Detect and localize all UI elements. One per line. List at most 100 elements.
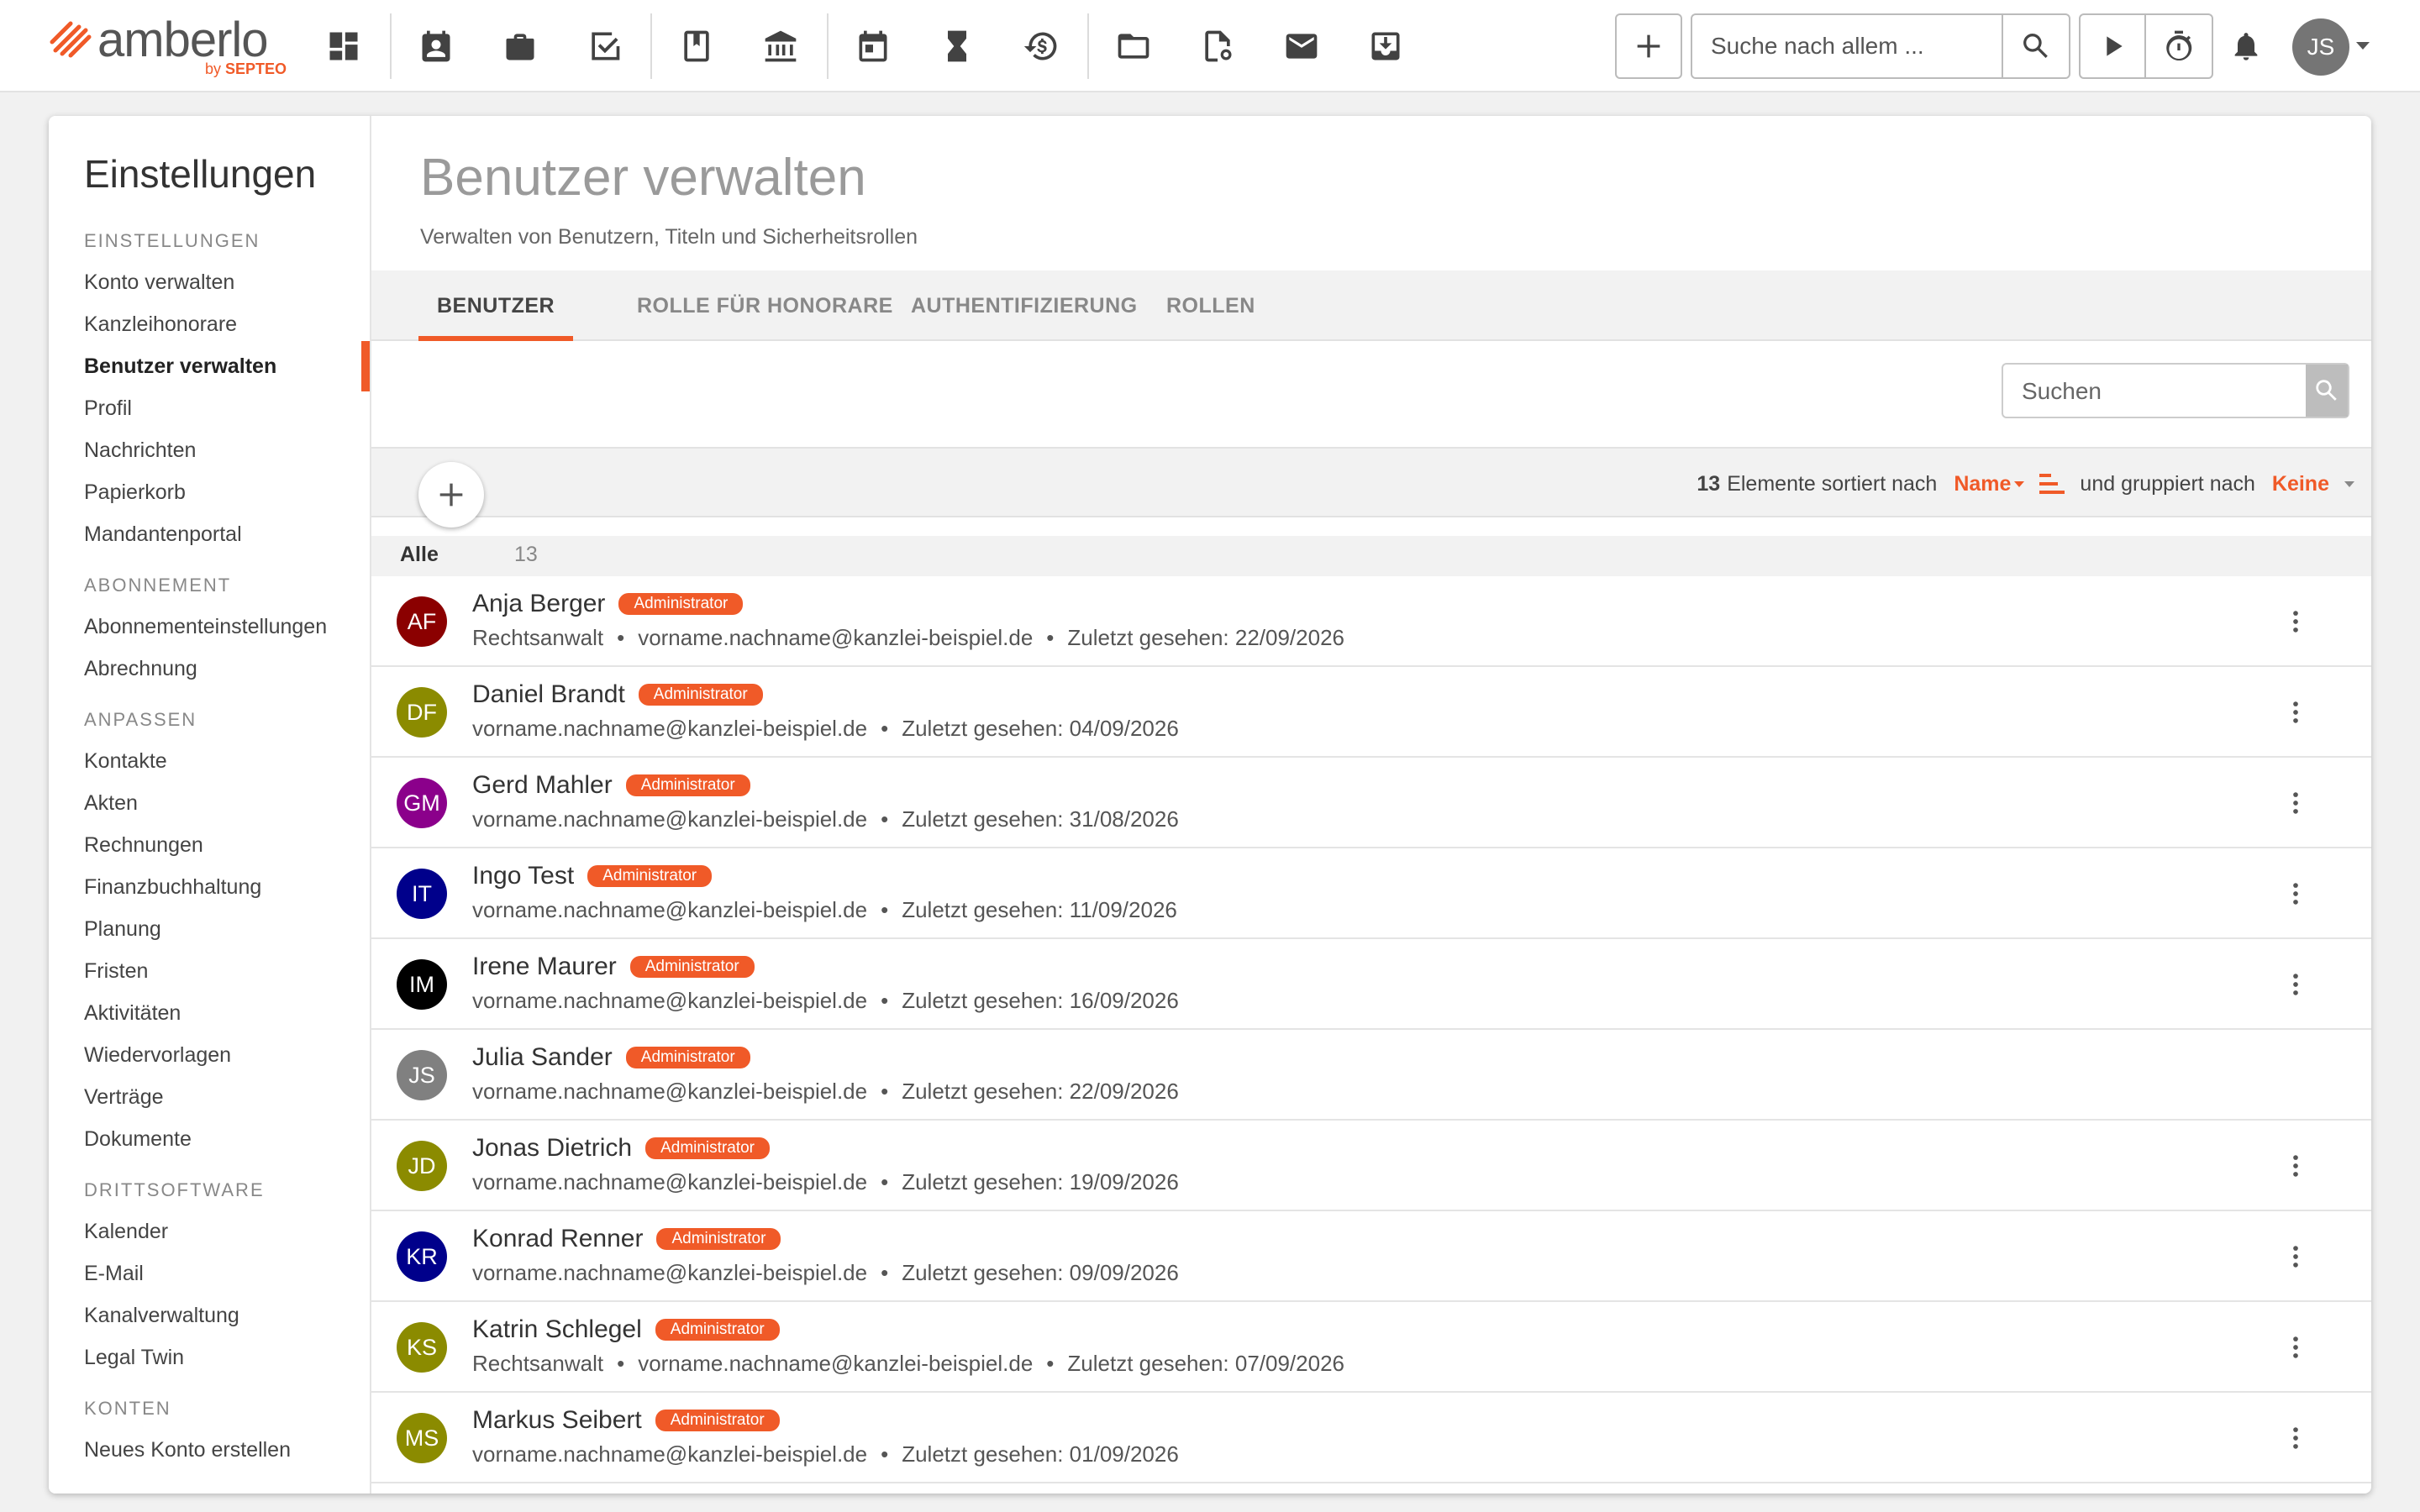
more-vert-icon[interactable] (2279, 694, 2312, 731)
sidebar-item-legal-twin[interactable]: Legal Twin (84, 1346, 184, 1370)
sidebar-item-finanzbuchhaltung[interactable]: Finanzbuchhaltung (84, 875, 261, 900)
group-field-dropdown[interactable]: Keine (2272, 472, 2354, 496)
table-row[interactable]: DF Daniel Brandt Administrator vorname.nach… (371, 667, 2371, 758)
quick-add-button[interactable] (1615, 13, 1682, 79)
amberlo-logo[interactable]: amberlo by SEPTEO (49, 12, 301, 82)
sidebar-item-abonnementeinstellungen[interactable]: Abonnementeinstellungen (84, 615, 327, 639)
more-vert-icon[interactable] (2279, 1329, 2312, 1366)
user-name[interactable]: Anja Berger (472, 590, 605, 618)
stopwatch-icon (2166, 30, 2192, 61)
user-name[interactable]: Irene Maurer (472, 953, 617, 981)
user-name[interactable]: Ingo Test (472, 862, 574, 890)
sort-group-info: 13 Elemente sortiert nach Name und grupp… (1697, 449, 2354, 519)
sidebar-item-aktivitaeten[interactable]: Aktivitäten (84, 1001, 181, 1026)
user-name[interactable]: Julia Sander (472, 1043, 613, 1072)
user-details-line: vorname.nachname@kanzlei-beispiel.de • Zul… (472, 716, 1179, 742)
tab-rollen[interactable]: ROLLEN (1166, 270, 1255, 341)
user-email: vorname.nachname@kanzlei-beispiel.de (472, 897, 868, 922)
sidebar-item-nachrichten[interactable]: Nachrichten (84, 438, 196, 463)
document-seal-icon[interactable] (1190, 18, 1245, 74)
sidebar-item-abrechnung[interactable]: Abrechnung (84, 657, 197, 681)
add-user-button[interactable] (418, 462, 484, 528)
more-vert-icon[interactable] (2279, 1147, 2312, 1184)
sidebar-item-kalender[interactable]: Kalender (84, 1220, 168, 1244)
tab-authentifizierung[interactable]: AUTHENTIFIZIERUNG (911, 270, 1138, 341)
sidebar-item-akten[interactable]: Akten (84, 791, 138, 816)
table-row[interactable]: JD Jonas Dietrich Administrator vorname.nac… (371, 1121, 2371, 1211)
table-row[interactable]: JS Julia Sander Administrator vorname.nachn… (371, 1030, 2371, 1121)
table-row[interactable]: IT Ingo Test Administrator vorname.nachname… (371, 848, 2371, 939)
global-search-input[interactable] (1709, 32, 2003, 60)
sidebar-item-profil[interactable]: Profil (84, 396, 132, 421)
more-vert-icon[interactable] (2279, 785, 2312, 822)
user-search-input[interactable] (2020, 375, 2272, 408)
avatar: JS (397, 1050, 447, 1100)
sidebar-item-neues-konto-erstellen[interactable]: Neues Konto erstellen (84, 1438, 291, 1462)
global-search-button[interactable] (2002, 15, 2069, 77)
sidebar-item-kanzleihonorare[interactable]: Kanzleihonorare (84, 312, 237, 337)
more-vert-icon[interactable] (2279, 1420, 2312, 1457)
tab-benutzer[interactable]: BENUTZER (418, 270, 574, 341)
calendar-icon[interactable] (845, 18, 901, 74)
user-last-seen: Zuletzt gesehen: 07/09/2026 (1067, 1351, 1344, 1376)
book-icon[interactable] (669, 18, 724, 74)
stopwatch-button[interactable] (2146, 15, 2212, 77)
sidebar-item-kanalverwaltung[interactable]: Kanalverwaltung (84, 1304, 239, 1328)
sidebar-item-dokumente[interactable]: Dokumente (84, 1127, 192, 1152)
contacts-icon[interactable] (408, 18, 464, 74)
more-vert-icon[interactable] (2279, 875, 2312, 912)
user-name[interactable]: Katrin Schlegel (472, 1315, 642, 1344)
sidebar-item-kontakte[interactable]: Kontakte (84, 749, 167, 774)
hourglass-icon[interactable] (929, 18, 985, 74)
avatar: AF (397, 596, 447, 647)
sidebar-item-wiedervorlagen[interactable]: Wiedervorlagen (84, 1043, 231, 1068)
sidebar-item-planung[interactable]: Planung (84, 917, 161, 942)
more-vert-icon[interactable] (2279, 1238, 2312, 1275)
table-row[interactable]: KS Katrin Schlegel Administrator Rechtsanwa… (371, 1302, 2371, 1393)
table-row[interactable]: AF Anja Berger Administrator Rechtsanwalt • v… (371, 576, 2371, 667)
tasks-check-icon[interactable] (576, 18, 632, 74)
sidebar-item-vertraege[interactable]: Verträge (84, 1085, 164, 1110)
folder-icon[interactable] (1106, 18, 1161, 74)
user-avatar[interactable]: JS (2292, 18, 2349, 76)
table-row[interactable]: GM Gerd Mahler Administrator vorname.nachna… (371, 758, 2371, 848)
sidebar-item-benutzer-verwalten[interactable]: Benutzer verwalten (84, 354, 276, 379)
toolbar-separator (827, 13, 829, 79)
notifications-bell-icon[interactable] (2218, 18, 2274, 74)
start-timer-button[interactable] (2081, 15, 2146, 77)
more-vert-icon[interactable] (2279, 603, 2312, 640)
sidebar-item-mandantenportal[interactable]: Mandantenportal (84, 522, 242, 547)
logo-mark-icon (50, 21, 92, 58)
list-toolbar: 13 Elemente sortiert nach Name und grupp… (371, 447, 2371, 517)
more-vert-icon[interactable] (2279, 966, 2312, 1003)
user-search-button[interactable] (2306, 365, 2348, 417)
briefcase-icon[interactable] (492, 18, 548, 74)
user-name[interactable]: Gerd Mahler (472, 771, 613, 800)
tab-rolle-fuer-honorare[interactable]: ROLLE FÜR HONORARE (637, 270, 893, 341)
table-row[interactable]: MS Markus Seibert Administrator vorname.nac… (371, 1393, 2371, 1483)
sidebar-item-fristen[interactable]: Fristen (84, 959, 148, 984)
mail-icon[interactable] (1274, 18, 1329, 74)
sidebar-item-konto-verwalten[interactable]: Konto verwalten (84, 270, 234, 295)
bank-icon[interactable] (753, 18, 808, 74)
user-email: vorname.nachname@kanzlei-beispiel.de (638, 625, 1034, 650)
sort-direction-icon[interactable] (2039, 472, 2065, 496)
user-name[interactable]: Konrad Renner (472, 1225, 643, 1253)
inbox-download-icon[interactable] (1358, 18, 1413, 74)
sidebar-item-e-mail[interactable]: E-Mail (84, 1262, 144, 1286)
chevron-down-icon[interactable] (2356, 42, 2370, 50)
sidebar-section-label: ANPASSEN (84, 709, 197, 730)
item-count: 13 (1697, 471, 1721, 496)
group-count: 13 (514, 543, 538, 566)
sort-field-dropdown[interactable]: Name (1954, 472, 2025, 496)
user-name[interactable]: Daniel Brandt (472, 680, 625, 709)
table-row[interactable]: IM Irene Maurer Administrator vorname.nachn… (371, 939, 2371, 1030)
sidebar-item-papierkorb[interactable]: Papierkorb (84, 480, 186, 505)
table-row[interactable]: KR Konrad Renner Administrator vorname.nach… (371, 1211, 2371, 1302)
billing-clock-icon[interactable] (1013, 18, 1069, 74)
dashboard-icon[interactable] (316, 18, 371, 74)
avatar: IT (397, 869, 447, 919)
sidebar-item-rechnungen[interactable]: Rechnungen (84, 833, 203, 858)
user-name[interactable]: Markus Seibert (472, 1406, 642, 1435)
user-name[interactable]: Jonas Dietrich (472, 1134, 632, 1163)
